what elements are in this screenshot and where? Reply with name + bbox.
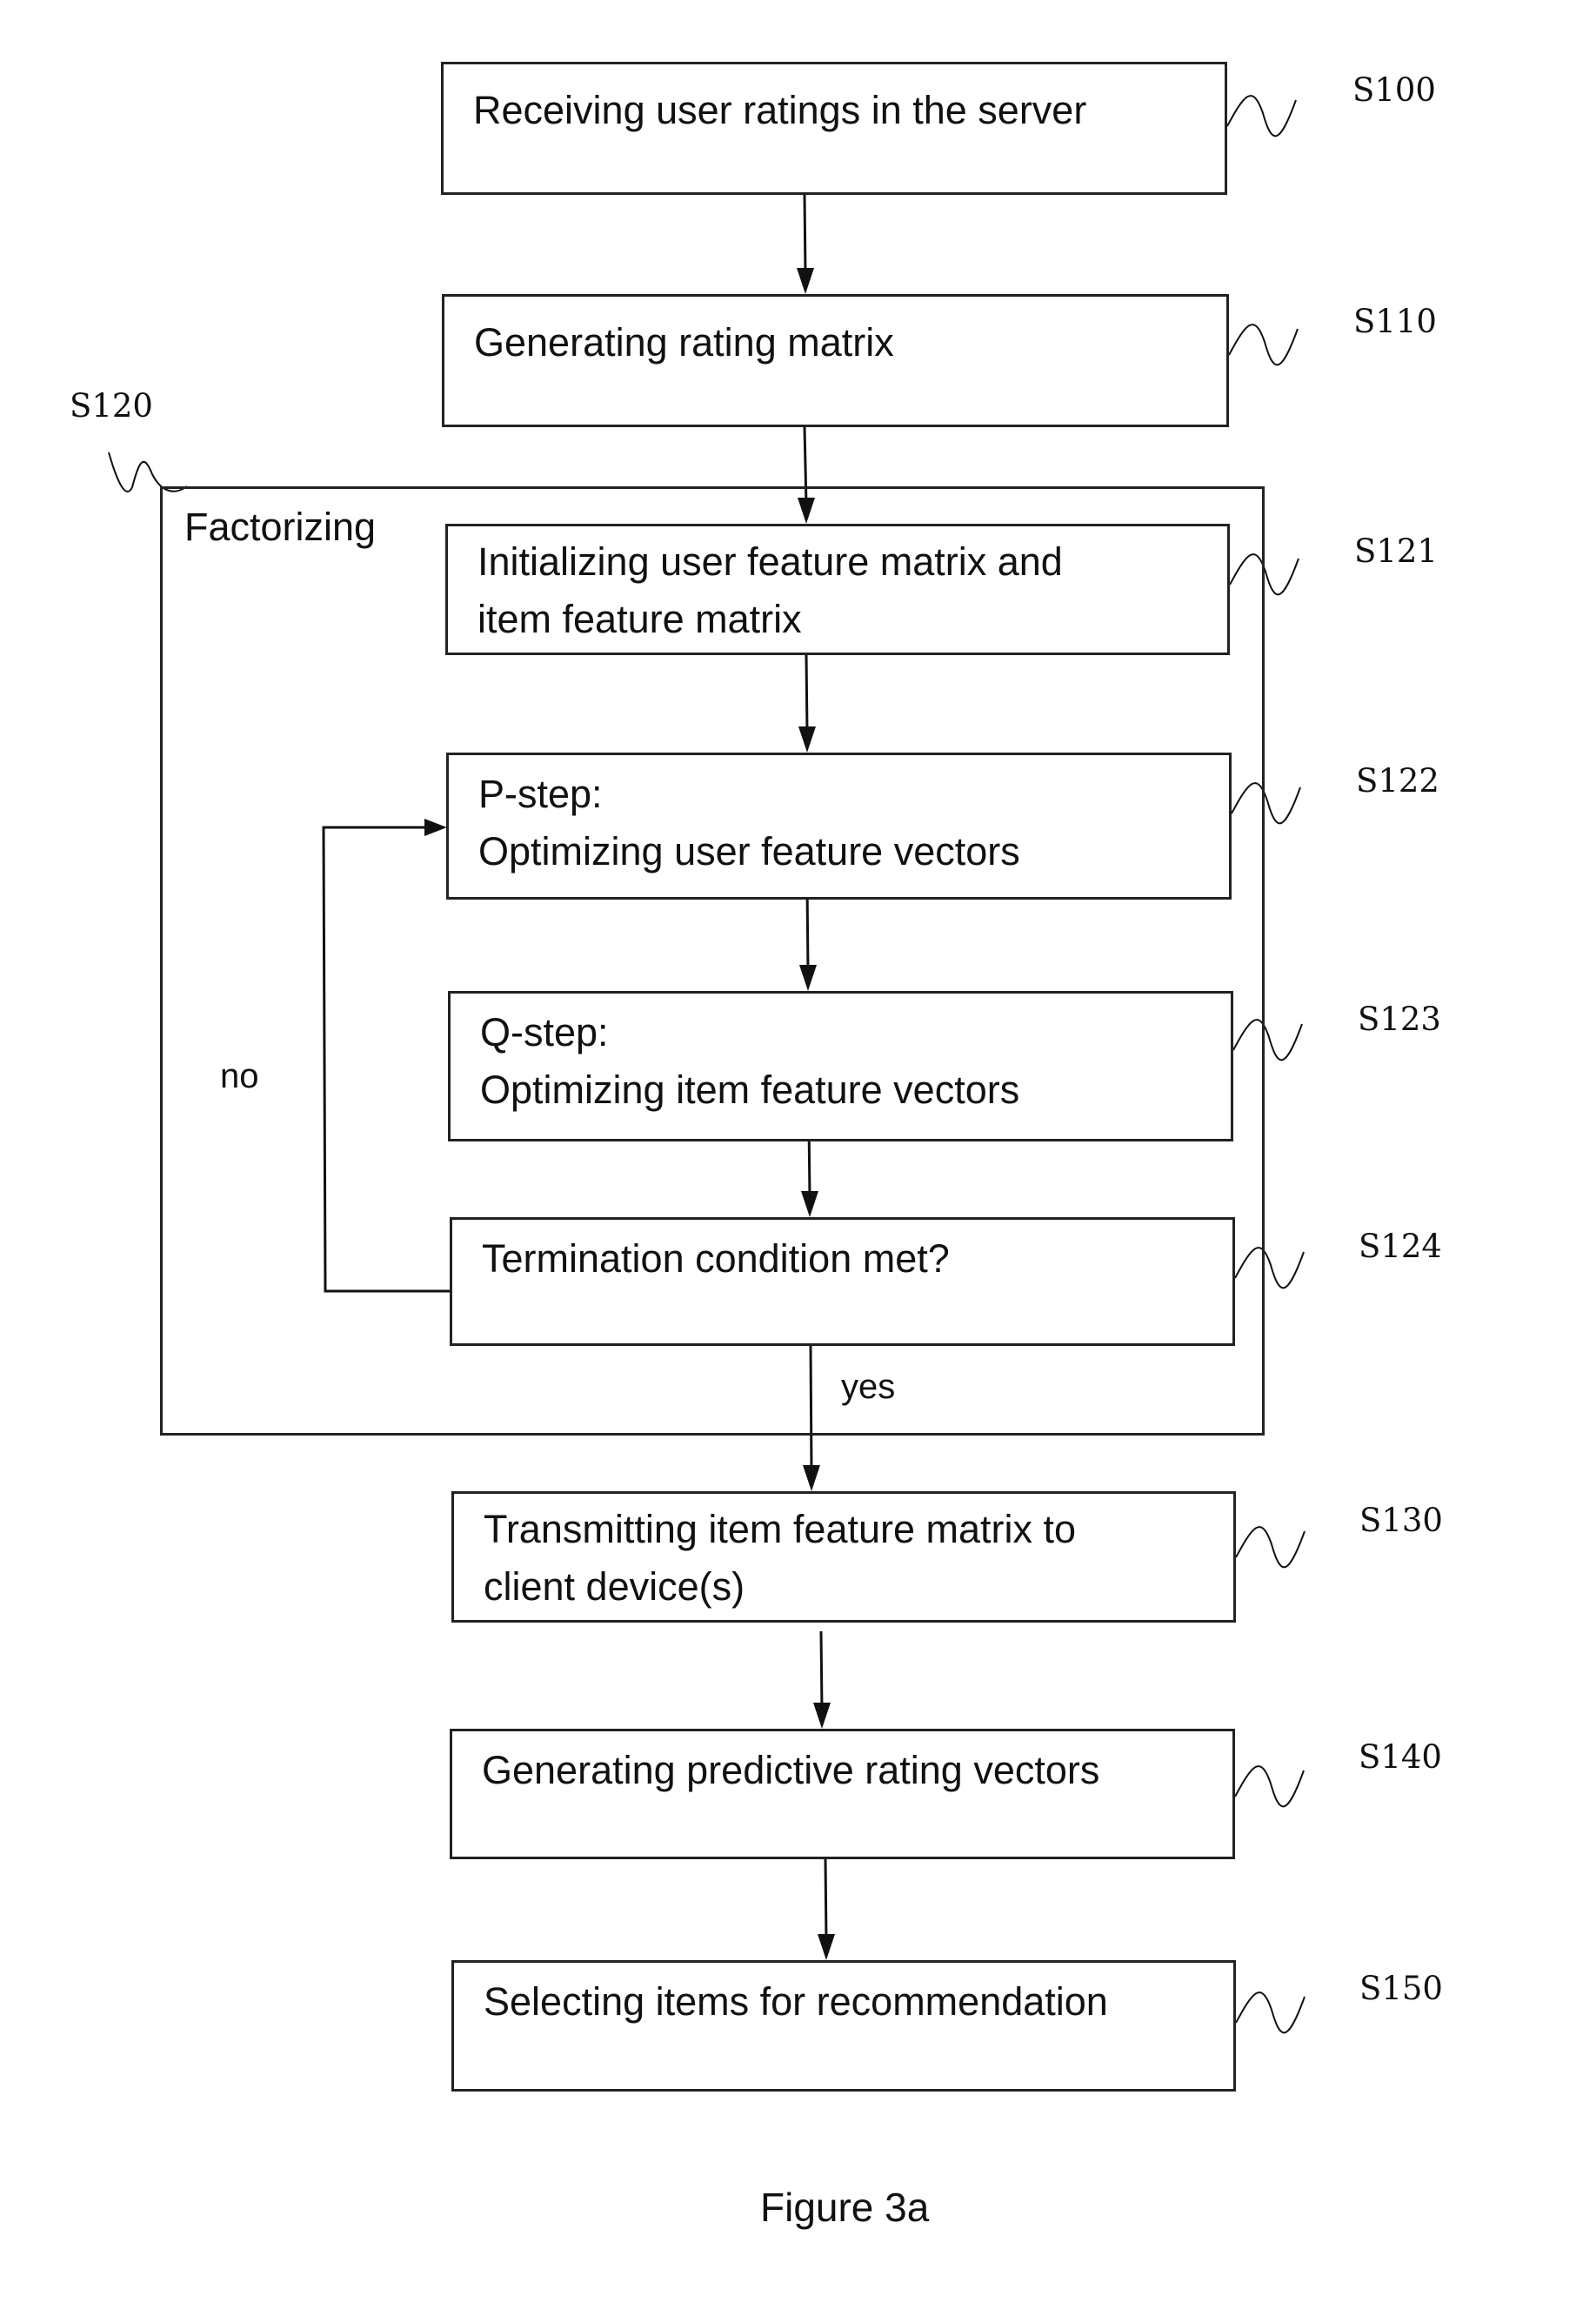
ref-label-s122: S122: [1356, 762, 1439, 800]
step-text: Initializing user feature matrix and ite…: [477, 539, 1063, 641]
step-box-s150[interactable]: Selecting items for recommendation: [451, 1960, 1236, 2092]
step-box-s121[interactable]: Initializing user feature matrix and ite…: [445, 524, 1230, 655]
step-text: Termination condition met?: [482, 1236, 950, 1281]
factorizing-group-label: Factorizing: [184, 505, 377, 549]
ref-label-s140: S140: [1359, 1738, 1442, 1776]
step-box-s100[interactable]: Receiving user ratings in the server: [441, 62, 1227, 195]
ref-label-s130: S130: [1359, 1502, 1443, 1539]
edge-label-yes: yes: [841, 1368, 896, 1406]
step-box-s130[interactable]: Transmitting item feature matrix to clie…: [451, 1491, 1236, 1623]
arrowhead-s140-s150: [818, 1934, 835, 1960]
ref-label-s121: S121: [1354, 532, 1438, 570]
ref-leader-s130: [1235, 1526, 1306, 1569]
arrow-s130-s140: [819, 1630, 824, 1710]
ref-label-s120: S120: [70, 387, 153, 425]
step-box-s124[interactable]: Termination condition met?: [450, 1217, 1235, 1346]
step-text: Generating predictive rating vectors: [482, 1748, 1100, 1792]
ref-leader-s140: [1234, 1765, 1305, 1808]
step-text: P-step: Optimizing user feature vectors: [478, 772, 1020, 874]
arrowhead-s130-s140: [813, 1703, 831, 1729]
figure-caption: Figure 3a: [760, 2185, 930, 2230]
ref-label-s124: S124: [1359, 1228, 1442, 1265]
arrow-s140-s150: [824, 1858, 828, 1942]
step-text: Selecting items for recommendation: [484, 1979, 1108, 2024]
step-text: Receiving user ratings in the server: [473, 88, 1087, 132]
ref-label-s100: S100: [1352, 71, 1436, 109]
ref-leader-s110: [1228, 324, 1299, 366]
arrowhead-s124-s130: [803, 1465, 820, 1491]
step-box-s110[interactable]: Generating rating matrix: [442, 294, 1229, 427]
ref-label-s110: S110: [1353, 303, 1437, 340]
ref-leader-s100: [1226, 95, 1297, 137]
step-text: Transmitting item feature matrix to clie…: [484, 1507, 1077, 1609]
step-text: Generating rating matrix: [474, 320, 894, 365]
ref-leader-s150: [1235, 1991, 1306, 2034]
arrowhead-s100-s110: [797, 268, 814, 294]
edge-label-no: no: [220, 1057, 259, 1095]
step-text: Q-step: Optimizing item feature vectors: [480, 1010, 1020, 1112]
ref-label-s123: S123: [1358, 1001, 1441, 1038]
ref-label-s150: S150: [1359, 1970, 1443, 2007]
step-box-s122[interactable]: P-step: Optimizing user feature vectors: [446, 753, 1232, 900]
step-box-s140[interactable]: Generating predictive rating vectors: [450, 1729, 1235, 1859]
step-box-s123[interactable]: Q-step: Optimizing item feature vectors: [448, 991, 1233, 1141]
